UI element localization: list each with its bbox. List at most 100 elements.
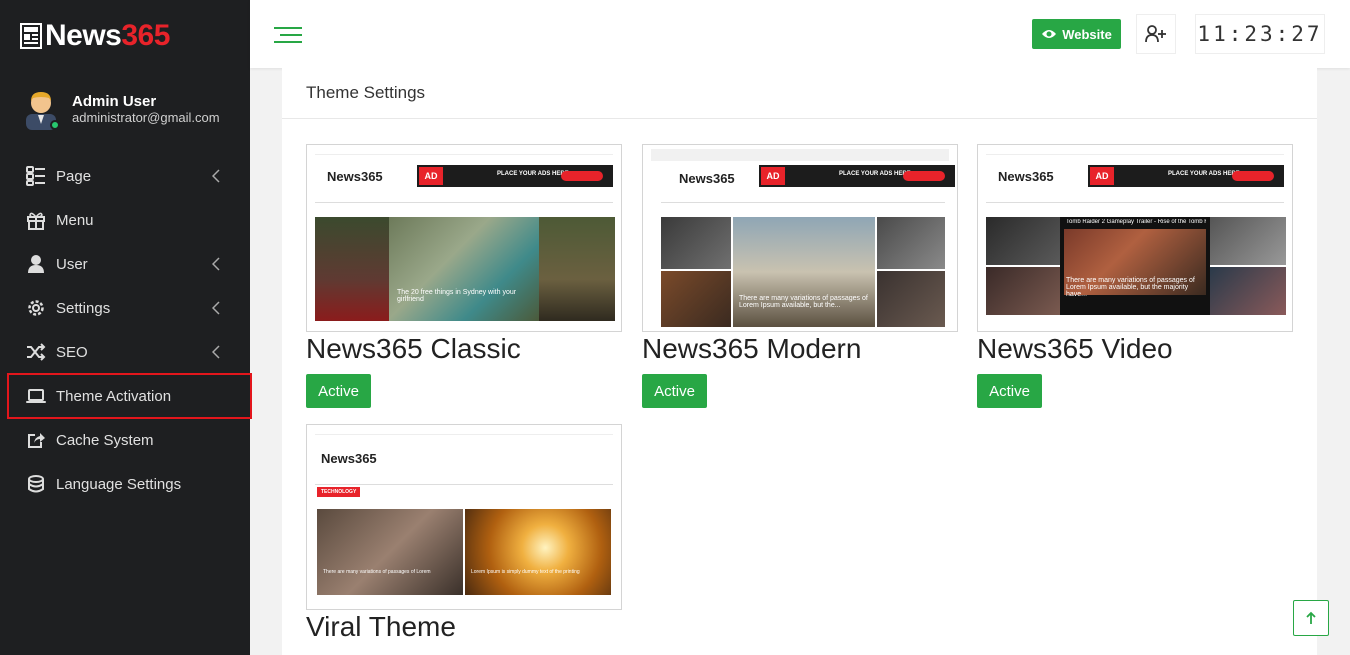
chevron-left-icon [212, 257, 220, 271]
theme-card-video: News365 AD PLACE YOUR ADS HERE Tomb Raid… [977, 144, 1293, 408]
add-user-button[interactable] [1136, 14, 1176, 54]
thumb-image: There are many variations of passages of… [317, 509, 463, 595]
eye-icon [1042, 30, 1057, 38]
theme-thumbnail-modern[interactable]: News365 AD PLACE YOUR ADS HERE There are… [642, 144, 958, 332]
newspaper-icon [20, 23, 42, 49]
thumb-ad-label: AD [419, 167, 443, 185]
sidebar-item-label: Menu [56, 211, 94, 229]
active-button[interactable]: Active [306, 374, 371, 408]
sidebar-item-label: Settings [56, 299, 111, 317]
thumb-caption: There are many variations of passages of… [739, 295, 868, 309]
thumb-ad-text: PLACE YOUR ADS HERE [839, 171, 911, 177]
sidebar-item-seo[interactable]: SEO [0, 330, 250, 374]
user-email: administrator@gmail.com [72, 109, 220, 125]
user-icon [26, 254, 46, 274]
theme-thumbnail-viral[interactable]: News365 TECHNOLOGY There are many variat… [306, 424, 622, 610]
theme-name: News365 Classic [306, 333, 521, 364]
thumb-caption: Lorem Ipsum is simply dummy text of the … [471, 569, 580, 575]
user-profile: Admin User administrator@gmail.com [22, 88, 220, 130]
theme-name: Viral Theme [306, 611, 456, 642]
brand-name-part2: 365 [121, 19, 170, 52]
thumb-logo: News365 [679, 171, 735, 186]
thumb-nav [315, 195, 613, 203]
sidebar-item-menu[interactable]: Menu [0, 198, 250, 242]
thumb-image [877, 217, 945, 269]
theme-thumbnail-classic[interactable]: News365 AD PLACE YOUR ADS HERE The 20 fr… [306, 144, 622, 332]
thumb-topbar [315, 151, 613, 155]
thumb-image [986, 217, 1060, 265]
thumb-tag: TECHNOLOGY [317, 487, 361, 497]
sidebar-item-label: Page [56, 167, 92, 185]
sidebar-item-label: Language Settings [56, 475, 182, 493]
sidebar-item-page[interactable]: Page [0, 154, 250, 198]
scroll-to-top-button[interactable] [1293, 600, 1329, 636]
arrow-up-icon [1306, 611, 1316, 624]
panel-title: Theme Settings [282, 68, 1317, 119]
sidebar-item-settings[interactable]: Settings [0, 286, 250, 330]
thumb-image [661, 217, 731, 269]
menu-toggle-icon[interactable] [274, 24, 302, 46]
thumb-image [661, 271, 731, 327]
brand-logo[interactable]: News 365 [20, 16, 170, 56]
thumb-topbar [651, 149, 949, 161]
thumb-ad-label: AD [761, 167, 785, 185]
thumb-ad-banner: AD PLACE YOUR ADS HERE [759, 165, 955, 187]
thumb-nav [661, 195, 945, 203]
thumb-image: Lorem Ipsum is simply dummy text of the … [465, 509, 611, 595]
sidebar-item-cache-system[interactable]: Cache System [0, 418, 250, 462]
sidebar-item-label: User [56, 255, 88, 273]
sidebar-item-label: Cache System [56, 431, 154, 449]
chevron-left-icon [212, 169, 220, 183]
theme-card-classic: News365 AD PLACE YOUR ADS HERE The 20 fr… [306, 144, 622, 408]
gift-icon [26, 210, 46, 230]
sidebar-menu: Page Menu User Settings SEO Theme Activa… [0, 154, 252, 506]
thumb-image [1210, 267, 1286, 315]
chevron-left-icon [212, 345, 220, 359]
thumb-video-title: Tomb Raider 2 Gameplay Trailer - Rise of… [1066, 219, 1206, 225]
digital-clock: 11:23:27 [1195, 14, 1325, 54]
thumb-topbar [986, 151, 1284, 155]
page-icon [26, 166, 46, 186]
active-button[interactable]: Active [977, 374, 1042, 408]
theme-name: News365 Modern [642, 333, 862, 364]
thumb-caption: There are many variations of passages of… [323, 569, 431, 575]
thumb-nav [315, 477, 613, 485]
thumb-image [877, 271, 945, 327]
thumb-image [539, 217, 615, 321]
website-button-label: Website [1062, 26, 1112, 42]
sidebar-item-theme-activation[interactable]: Theme Activation [7, 373, 252, 419]
theme-card-viral: News365 TECHNOLOGY There are many variat… [306, 424, 622, 642]
thumb-ad-button [903, 171, 945, 181]
active-button[interactable]: Active [642, 374, 707, 408]
theme-thumbnail-video[interactable]: News365 AD PLACE YOUR ADS HERE Tomb Raid… [977, 144, 1293, 332]
thumb-image [1210, 217, 1286, 265]
thumb-image: The 20 free things in Sydney with your g… [389, 217, 539, 321]
thumb-logo: News365 [998, 169, 1054, 184]
thumb-image [315, 217, 389, 321]
thumb-ad-label: AD [1090, 167, 1114, 185]
thumb-ad-text: PLACE YOUR ADS HERE [1168, 171, 1240, 177]
thumb-ad-text: PLACE YOUR ADS HERE [497, 171, 569, 177]
database-icon [26, 474, 46, 494]
thumb-ad-banner: AD PLACE YOUR ADS HERE [417, 165, 613, 187]
sidebar-item-language-settings[interactable]: Language Settings [0, 462, 250, 506]
laptop-icon [26, 386, 46, 406]
brand-name-part1: News [45, 19, 122, 52]
gear-icon [26, 298, 46, 318]
add-user-icon [1145, 25, 1166, 43]
theme-name: News365 Video [977, 333, 1173, 364]
thumb-ad-button [561, 171, 603, 181]
thumb-topbar [315, 431, 613, 435]
thumb-ad-button [1232, 171, 1274, 181]
website-button[interactable]: Website [1032, 19, 1121, 49]
video-player: Tomb Raider 2 Gameplay Trailer - Rise of… [1060, 217, 1210, 315]
thumb-caption: There are many variations of passages of… [1066, 277, 1195, 298]
sidebar-item-label: Theme Activation [56, 387, 172, 405]
online-status-dot [50, 120, 60, 130]
thumb-image [986, 267, 1060, 315]
thumb-logo: News365 [321, 451, 377, 466]
chevron-left-icon [212, 301, 220, 315]
sidebar-item-user[interactable]: User [0, 242, 250, 286]
avatar [22, 88, 60, 130]
thumb-caption: The 20 free things in Sydney with your g… [397, 289, 517, 303]
